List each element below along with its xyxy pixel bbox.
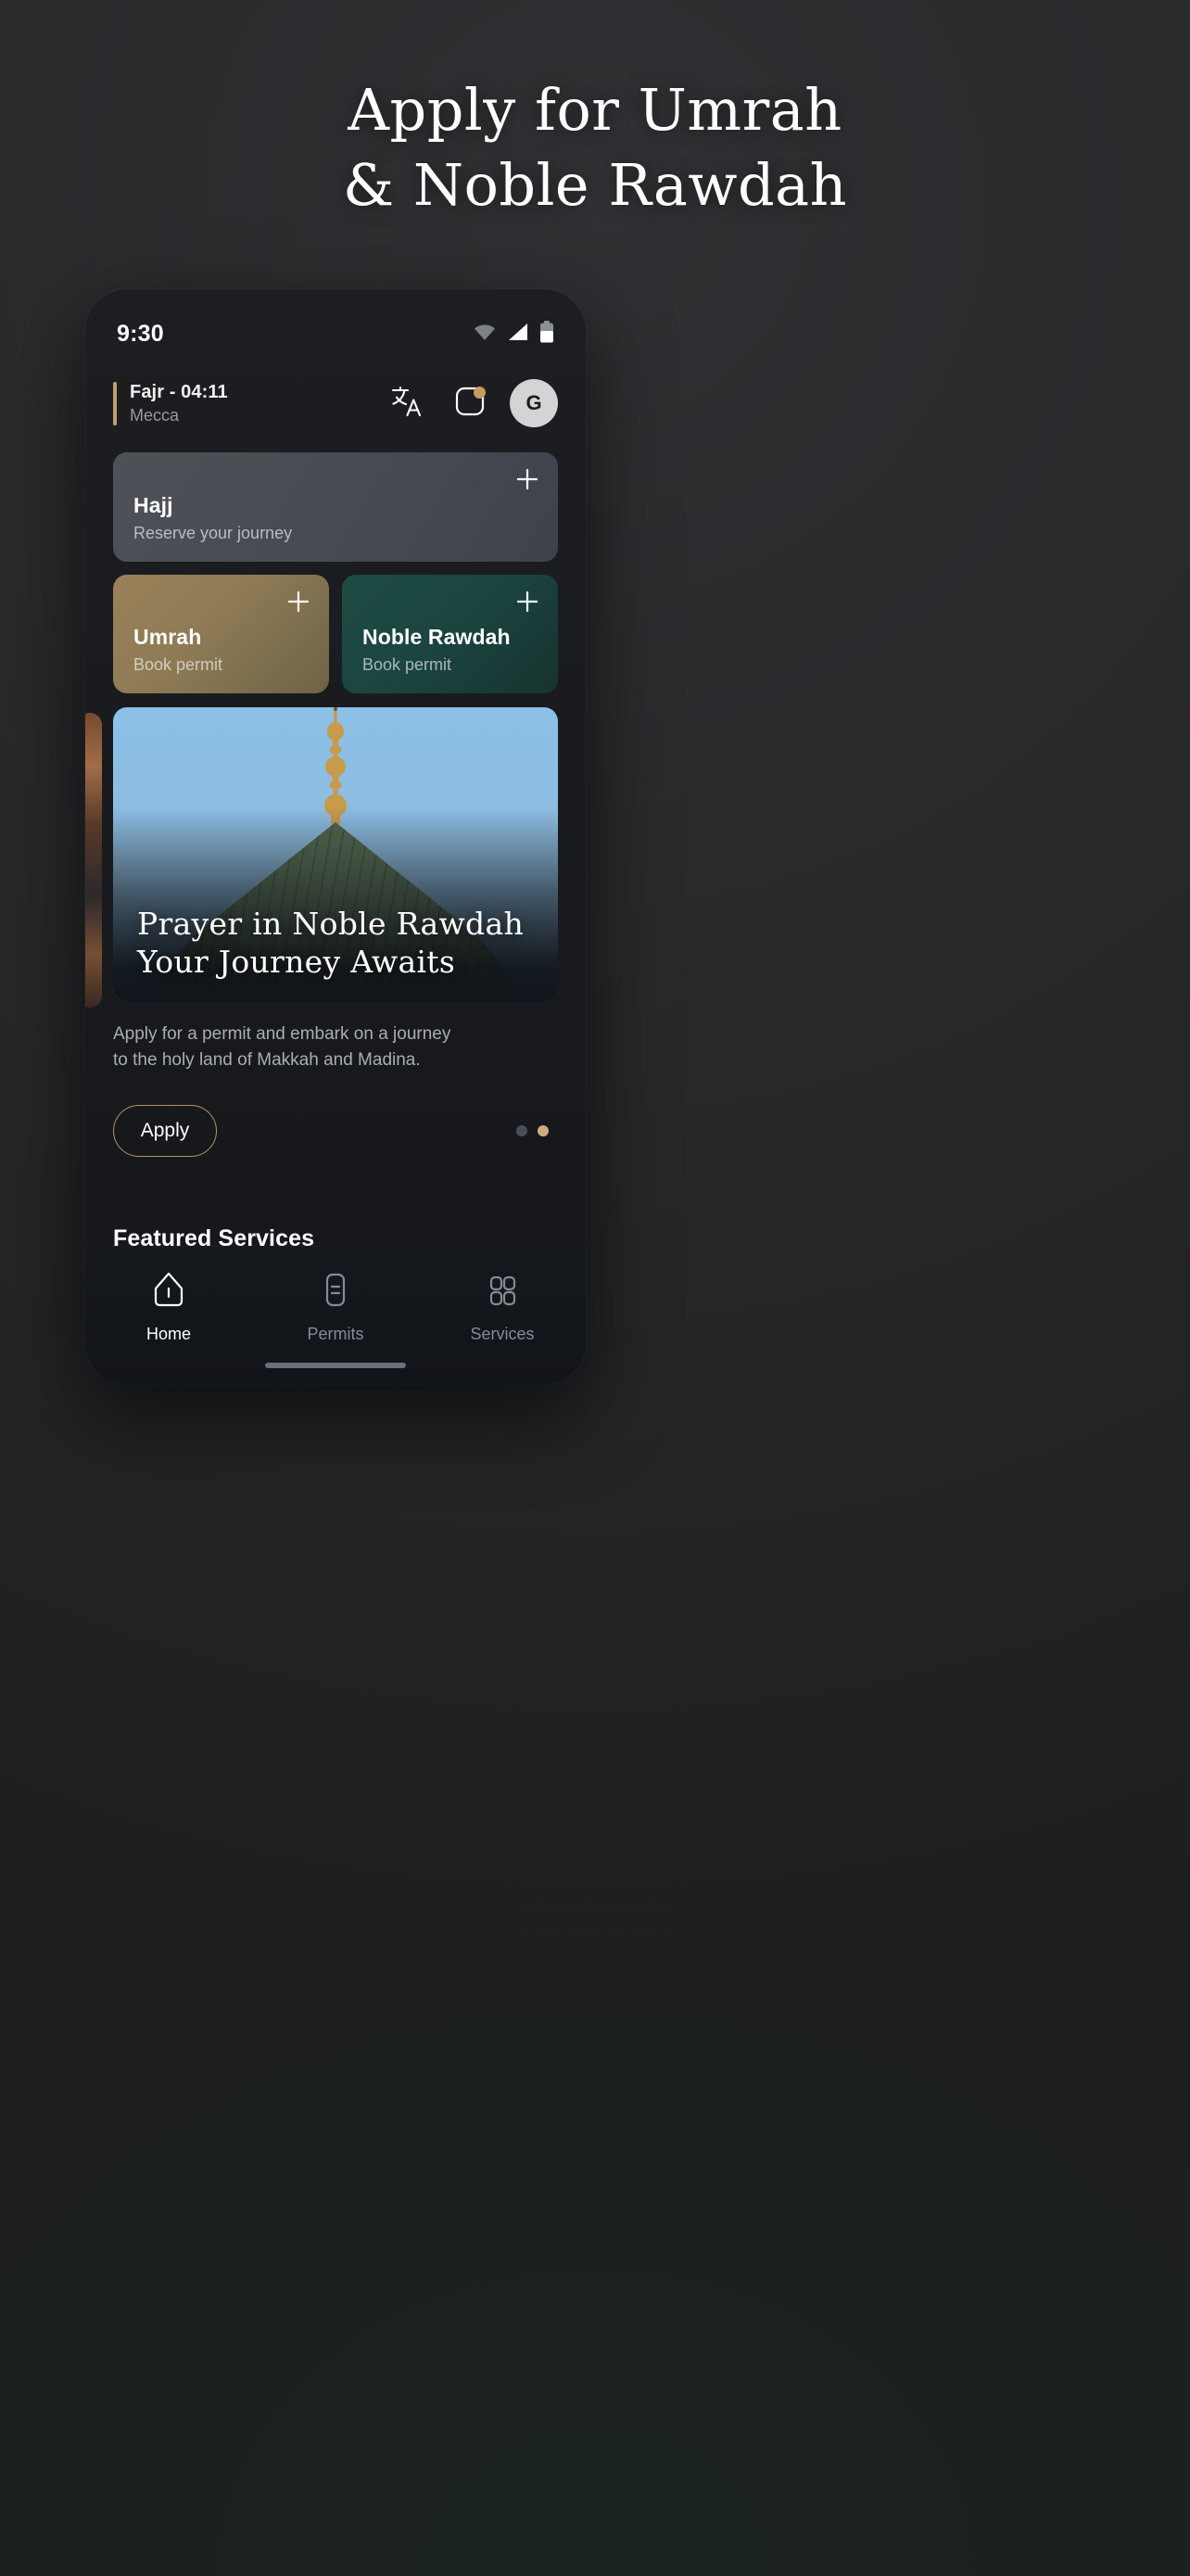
hero-slide[interactable]: Prayer in Noble Rawdah Your Journey Awai… xyxy=(113,707,558,1002)
prayer-text: Fajr - 04:11 Mecca xyxy=(130,382,228,425)
hero-title-line-2: Your Journey Awaits xyxy=(137,944,456,981)
hero-body-line-1: Apply for a permit and embark on a journ… xyxy=(113,1024,451,1044)
wifi-icon xyxy=(473,323,497,346)
phone-screen: 9:30 Fajr - 04:11 Mecca G Hajj Reserve y… xyxy=(85,289,586,1385)
prayer-name-time: Fajr - 04:11 xyxy=(130,381,228,402)
nav-item-home[interactable]: Home xyxy=(85,1271,252,1344)
card-row: Umrah Book permit Noble Rawdah Book perm… xyxy=(113,575,558,693)
nav-label: Permits xyxy=(307,1325,364,1343)
translate-icon xyxy=(391,386,426,422)
notification-badge-dot xyxy=(474,387,486,399)
quick-action-cards: Hajj Reserve your journey Umrah Book per… xyxy=(113,452,558,693)
plus-icon[interactable] xyxy=(515,467,539,491)
promo-headline: Apply for Umrah & Noble Rawdah xyxy=(0,80,1190,215)
card-title: Hajj xyxy=(133,493,173,517)
prayer-time-block[interactable]: Fajr - 04:11 Mecca xyxy=(113,381,387,425)
page-root: Apply for Umrah & Noble Rawdah 9:30 Fajr… xyxy=(0,0,1190,2576)
card-subtitle: Reserve your journey xyxy=(133,524,293,542)
app-header: Fajr - 04:11 Mecca G xyxy=(85,367,586,439)
prayer-city: Mecca xyxy=(130,405,180,425)
hero-title-line-1: Prayer in Noble Rawdah xyxy=(137,906,525,943)
battery-icon xyxy=(539,320,554,348)
translate-button[interactable] xyxy=(387,382,430,425)
card-title: Umrah xyxy=(133,625,202,649)
nav-item-services[interactable]: Services xyxy=(419,1271,586,1344)
carousel-dot-active[interactable] xyxy=(538,1125,549,1136)
avatar[interactable]: G xyxy=(510,379,558,427)
carousel-previous-slide-peek[interactable] xyxy=(85,713,102,1008)
apply-button[interactable]: Apply xyxy=(113,1105,217,1157)
hero-body-line-2: to the holy land of Makkah and Madina. xyxy=(113,1049,421,1070)
plus-icon[interactable] xyxy=(515,590,539,614)
status-icons xyxy=(473,320,554,348)
phone-mockup: 9:30 Fajr - 04:11 Mecca G Hajj Reserve y… xyxy=(85,289,586,1385)
card-title: Noble Rawdah xyxy=(362,625,511,649)
grid-icon xyxy=(484,1271,521,1314)
card-umrah[interactable]: Umrah Book permit xyxy=(113,575,329,693)
hero-cta-row: Apply xyxy=(113,1105,558,1157)
apply-button-label: Apply xyxy=(140,1120,190,1141)
notifications-button[interactable] xyxy=(449,382,491,425)
cellular-signal-icon xyxy=(507,323,529,346)
promo-line-1: Apply for Umrah xyxy=(348,76,842,144)
home-icon xyxy=(150,1271,187,1314)
nav-label: Home xyxy=(146,1325,191,1343)
card-hajj[interactable]: Hajj Reserve your journey xyxy=(113,452,558,562)
plus-icon[interactable] xyxy=(286,590,310,614)
document-icon xyxy=(317,1271,354,1314)
home-indicator[interactable] xyxy=(265,1363,406,1368)
nav-item-permits[interactable]: Permits xyxy=(252,1271,419,1344)
card-noble-rawdah[interactable]: Noble Rawdah Book permit xyxy=(342,575,558,693)
hero-carousel: Prayer in Noble Rawdah Your Journey Awai… xyxy=(85,707,586,1013)
promo-line-2: & Noble Rawdah xyxy=(342,151,848,220)
header-actions: G xyxy=(387,379,558,427)
avatar-initial: G xyxy=(525,391,542,414)
nav-label: Services xyxy=(470,1325,535,1343)
bottom-navigation: Home Permits Services xyxy=(85,1246,586,1385)
hero-title: Prayer in Noble Rawdah Your Journey Awai… xyxy=(137,906,534,982)
status-time: 9:30 xyxy=(117,320,164,347)
card-subtitle: Book permit xyxy=(362,655,452,674)
hero-body-copy: Apply for a permit and embark on a journ… xyxy=(113,1022,558,1072)
status-bar: 9:30 xyxy=(85,289,586,358)
card-subtitle: Book permit xyxy=(133,655,223,674)
carousel-pagination xyxy=(516,1125,549,1136)
carousel-dot[interactable] xyxy=(516,1125,527,1136)
prayer-accent-bar xyxy=(113,381,117,425)
